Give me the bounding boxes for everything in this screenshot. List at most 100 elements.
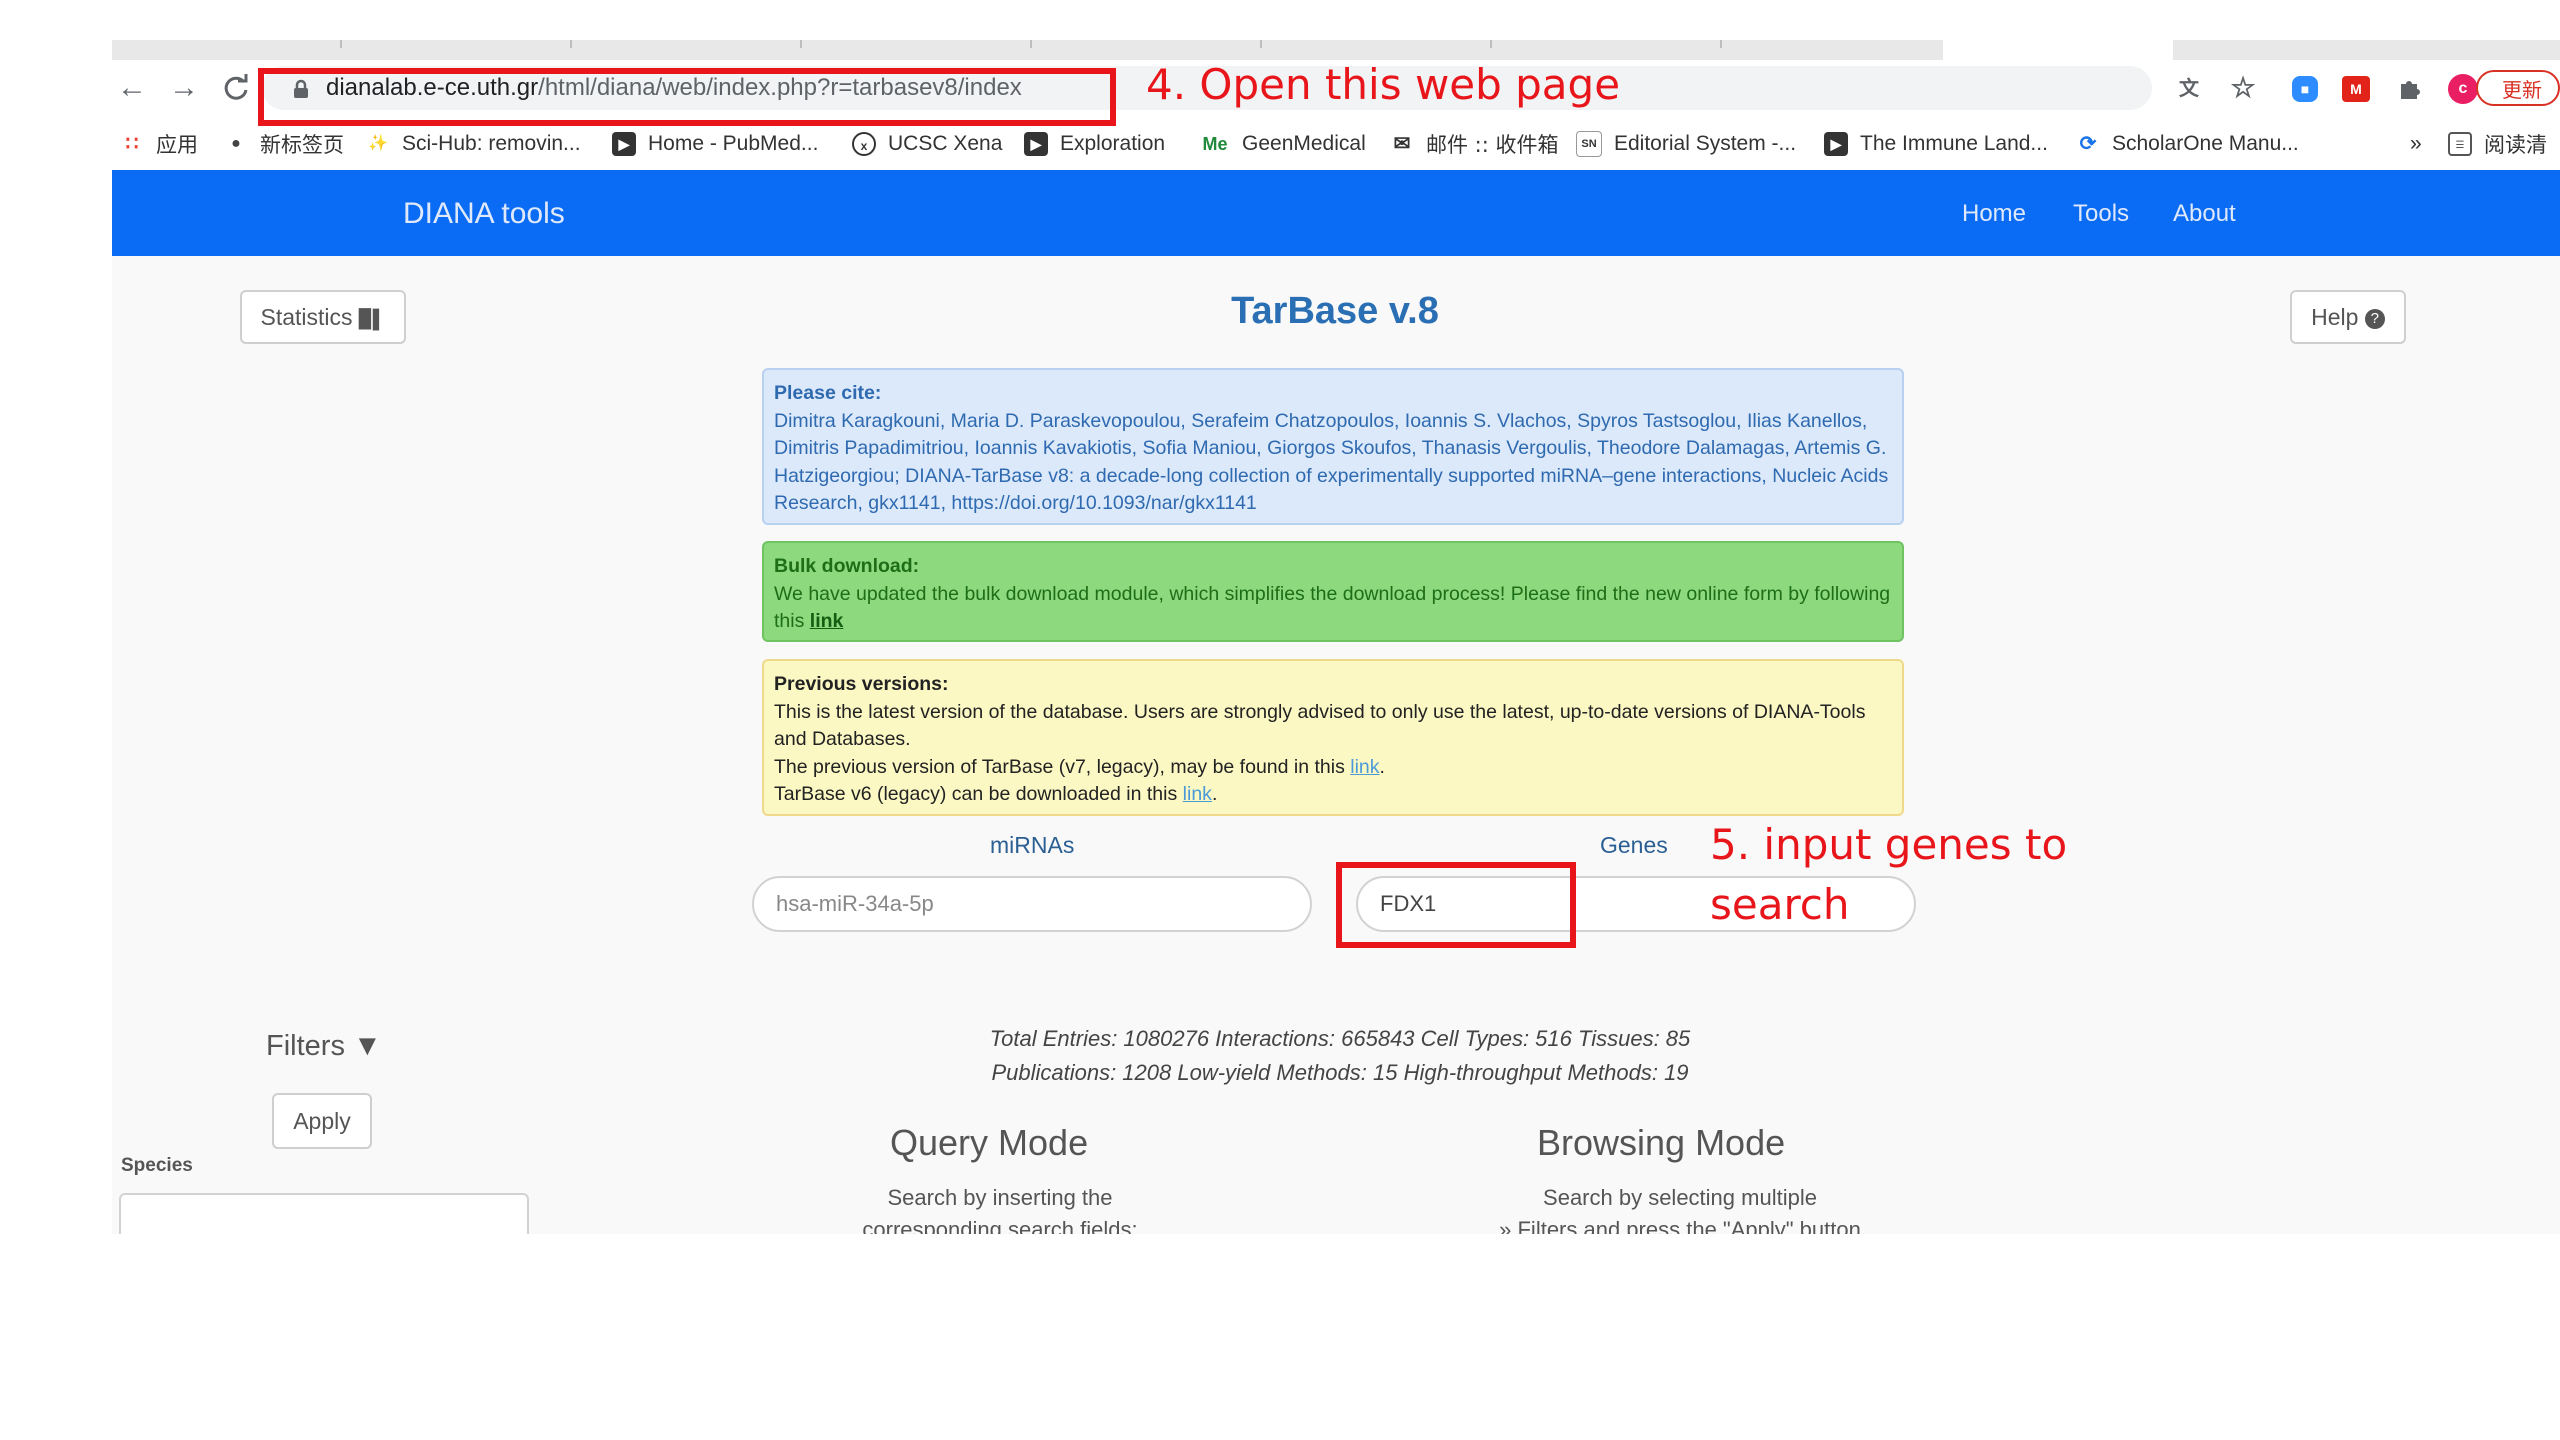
filter-funnel-icon: ▼ bbox=[353, 1030, 382, 1062]
tab-separator bbox=[800, 40, 802, 48]
bookmark-label: 邮件 :: 收件箱 bbox=[1426, 133, 1559, 157]
bookmarks-overflow-button[interactable]: » bbox=[2410, 126, 2422, 162]
nav-tools[interactable]: Tools bbox=[2073, 196, 2129, 232]
page-title: TarBase v.8 bbox=[1231, 290, 1439, 332]
previous-versions-alert: Previous versions: This is the latest ve… bbox=[762, 659, 1904, 816]
scholarone-icon: ⟳ bbox=[2079, 133, 2097, 155]
pubmed-icon: ▶ bbox=[1824, 132, 1848, 156]
bulk-download-link[interactable]: link bbox=[810, 610, 844, 632]
tarbase-v7-link[interactable]: link bbox=[1350, 756, 1379, 778]
site-brand[interactable]: DIANA tools bbox=[403, 194, 565, 234]
apply-button[interactable]: Apply bbox=[272, 1093, 372, 1149]
help-label: Help bbox=[2311, 304, 2359, 330]
reading-list-button[interactable]: ☰ 阅读清 bbox=[2448, 126, 2547, 162]
mirnas-label: miRNAs bbox=[990, 832, 1075, 858]
annotation-step4: 4. Open this web page bbox=[1146, 60, 1621, 109]
bar-chart-icon: ▉▌ bbox=[358, 309, 386, 329]
pubmed-icon: ▶ bbox=[612, 132, 636, 156]
previous-line2: The previous version of TarBase (v7, leg… bbox=[774, 755, 1345, 778]
apps-grid-icon: ∷ bbox=[125, 133, 139, 155]
tab-separator bbox=[340, 40, 342, 48]
help-button[interactable]: Help ? bbox=[2290, 290, 2406, 344]
bookmark-label: Editorial System -... bbox=[1614, 132, 1797, 155]
profile-avatar-icon[interactable]: c bbox=[2448, 74, 2478, 104]
puzzle-extensions-icon[interactable] bbox=[2394, 72, 2426, 104]
scihub-icon: ✨ bbox=[368, 135, 388, 152]
tab-separator bbox=[570, 40, 572, 48]
mendeley-extension-icon[interactable]: M bbox=[2342, 76, 2370, 102]
mail-icon: ✉ bbox=[1393, 133, 1411, 155]
tab-separator bbox=[1260, 40, 1262, 48]
bulk-text: We have updated the bulk download module… bbox=[774, 582, 1891, 633]
bookmark-immune-landscape[interactable]: ▶ The Immune Land... bbox=[1824, 126, 2048, 162]
mirnas-input[interactable]: hsa-miR-34a-5p bbox=[752, 876, 1312, 932]
stats-line-2: Publications: 1208 Low-yield Methods: 15… bbox=[991, 1060, 1689, 1085]
sn-icon: SN bbox=[1576, 131, 1602, 157]
bookmark-label: The Immune Land... bbox=[1860, 132, 2048, 155]
bookmark-apps[interactable]: ∷ 应用 bbox=[120, 126, 198, 162]
cite-alert: Please cite: Dimitra Karagkouni, Maria D… bbox=[762, 368, 1904, 525]
pubmed-icon: ▶ bbox=[1024, 132, 1048, 156]
tab-strip-gap bbox=[1943, 40, 2173, 60]
query-mode-title: Query Mode bbox=[890, 1122, 1089, 1163]
cite-text: Dimitra Karagkouni, Maria D. Paraskevopo… bbox=[774, 409, 1889, 515]
update-button[interactable]: 更新 bbox=[2476, 70, 2560, 106]
bookmarks-overflow-label: » bbox=[2410, 132, 2422, 155]
filters-title: Filters ▼ bbox=[266, 1030, 382, 1063]
bookmark-star-icon[interactable]: ☆ bbox=[2227, 72, 2259, 104]
previous-heading: Previous versions: bbox=[774, 673, 949, 695]
forward-arrow-icon[interactable]: → bbox=[164, 68, 204, 108]
filters-label: Filters bbox=[266, 1030, 345, 1062]
nav-about[interactable]: About bbox=[2173, 196, 2236, 232]
tab-separator bbox=[1490, 40, 1492, 48]
bookmark-label: ScholarOne Manu... bbox=[2112, 132, 2299, 155]
cite-heading: Please cite: bbox=[774, 382, 882, 404]
statistics-button[interactable]: Statistics ▉▌ bbox=[240, 290, 406, 344]
bookmark-pubmed[interactable]: ▶ Home - PubMed... bbox=[612, 126, 818, 162]
bookmark-exploration[interactable]: ▶ Exploration bbox=[1024, 126, 1165, 162]
translate-icon[interactable]: 文 bbox=[2173, 72, 2205, 104]
statistics-label: Statistics bbox=[260, 304, 353, 330]
previous-line1: This is the latest version of the databa… bbox=[774, 700, 1866, 751]
bookmark-editorial-system[interactable]: SN Editorial System -... bbox=[1576, 126, 1796, 162]
annotation-step5-line2: search bbox=[1710, 880, 1850, 929]
bookmark-label: 应用 bbox=[156, 133, 198, 157]
previous-line3: TarBase v6 (legacy) can be downloaded in… bbox=[774, 783, 1178, 805]
bookmark-scihub[interactable]: ✨ Sci-Hub: removin... bbox=[366, 126, 581, 162]
reading-list-icon: ☰ bbox=[2448, 132, 2472, 156]
geenmedical-icon: Me bbox=[1202, 134, 1228, 154]
tarbase-v6-link[interactable]: link bbox=[1183, 783, 1212, 805]
zoom-extension-icon[interactable]: ■ bbox=[2292, 76, 2318, 102]
previous-line3-end: . bbox=[1211, 783, 1218, 805]
globe-icon: ● bbox=[231, 135, 241, 152]
back-arrow-icon[interactable]: ← bbox=[112, 68, 152, 108]
nav-home[interactable]: Home bbox=[1962, 196, 2026, 232]
annotation-box-genes bbox=[1336, 862, 1576, 948]
bookmark-mail[interactable]: ✉ 邮件 :: 收件箱 bbox=[1390, 126, 1559, 162]
reading-list-label: 阅读清 bbox=[2484, 133, 2547, 157]
species-label: Species bbox=[121, 1155, 193, 1176]
previous-line2-end: . bbox=[1379, 755, 1385, 778]
bookmark-new-tab[interactable]: ● 新标签页 bbox=[224, 126, 344, 162]
bookmark-label: 新标签页 bbox=[260, 133, 344, 157]
query-mode-line1: Search by inserting the bbox=[887, 1185, 1113, 1210]
bookmark-ucsc-xena[interactable]: x UCSC Xena bbox=[852, 126, 1002, 162]
browsing-mode-line1: Search by selecting multiple bbox=[1543, 1185, 1817, 1210]
bookmark-label: Sci-Hub: removin... bbox=[402, 132, 581, 155]
browsing-mode-title: Browsing Mode bbox=[1537, 1122, 1786, 1163]
tab-separator bbox=[1720, 40, 1722, 48]
tab-separator bbox=[1030, 40, 1032, 48]
question-circle-icon: ? bbox=[2364, 309, 2385, 329]
bookmark-label: Exploration bbox=[1060, 132, 1166, 155]
genes-label: Genes bbox=[1600, 832, 1668, 858]
bookmark-scholarone[interactable]: ⟳ ScholarOne Manu... bbox=[2076, 126, 2299, 162]
database-stats: Total Entries: 1080276 Interactions: 665… bbox=[900, 1022, 1780, 1090]
xena-icon: x bbox=[852, 132, 876, 156]
bookmark-geenmedical[interactable]: Me GeenMedical bbox=[1200, 126, 1365, 162]
bookmark-label: Home - PubMed... bbox=[648, 132, 819, 155]
stats-line-1: Total Entries: 1080276 Interactions: 665… bbox=[989, 1026, 1691, 1051]
reload-icon[interactable] bbox=[216, 68, 256, 108]
bottom-margin bbox=[0, 1234, 2560, 1440]
annotation-box-address bbox=[258, 68, 1116, 126]
bulk-download-alert: Bulk download: We have updated the bulk … bbox=[762, 541, 1904, 642]
